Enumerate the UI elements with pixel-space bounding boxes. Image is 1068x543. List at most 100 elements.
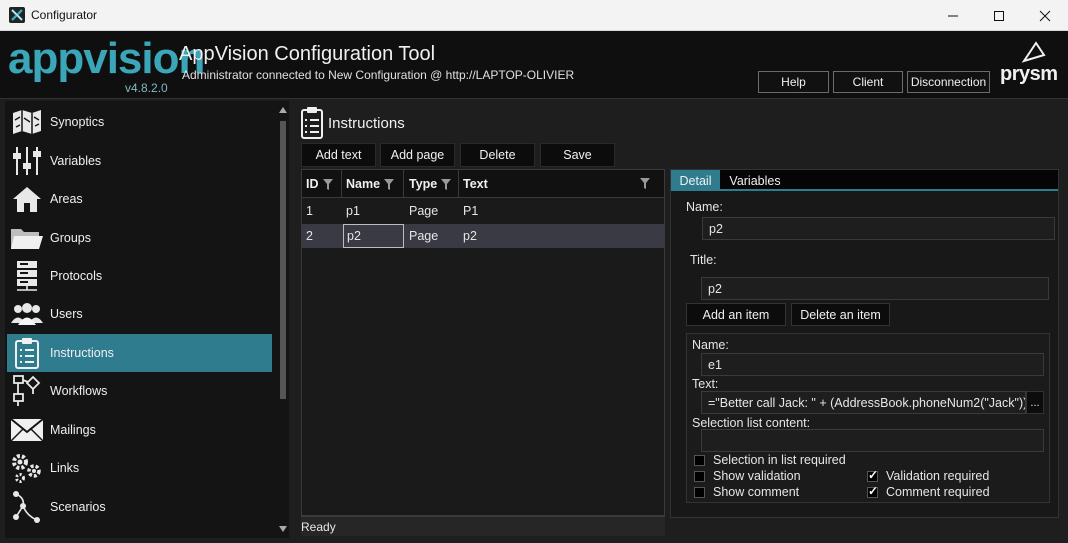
show-comment-checkbox[interactable]: Show comment [694, 485, 799, 499]
app-header: appvision v4.8.2.0 AppVision Configurati… [0, 31, 1068, 99]
table-row[interactable]: 2 p2 Page p2 [302, 224, 664, 248]
title-field[interactable]: p2 [701, 277, 1049, 300]
cell-type: Page [409, 229, 439, 243]
sidebar-item-label: Workflows [50, 384, 108, 398]
sidebar-item-label: Synoptics [50, 115, 105, 129]
users-icon [10, 297, 44, 331]
add-page-button[interactable]: Add page [380, 143, 455, 167]
selection-required-checkbox[interactable]: Selection in list required [694, 453, 846, 467]
sidebar-item-variables[interactable]: Variables [7, 142, 272, 180]
checkbox-box[interactable] [867, 484, 878, 498]
checkbox-box[interactable] [694, 486, 705, 498]
table-row[interactable]: 1 p1 Page P1 [302, 199, 664, 223]
checkbox-label: Comment required [886, 485, 990, 499]
maximize-icon [994, 10, 1004, 21]
tab-detail[interactable]: Detail [671, 170, 720, 191]
tab-variables[interactable]: Variables [723, 170, 787, 191]
expression-editor-button[interactable]: ... [1026, 391, 1044, 414]
main-panel: Instructions Add text Add page Delete Sa… [295, 101, 1065, 538]
envelope-icon [10, 413, 44, 447]
page-title: Instructions [328, 115, 405, 132]
item-text-label: Text: [692, 377, 719, 391]
item-text-field[interactable]: ="Better call Jack: " + (AddressBook.pho… [701, 391, 1026, 414]
help-button[interactable]: Help [758, 71, 829, 93]
cell-text[interactable]: p2 [463, 224, 477, 248]
sidebar-item-protocols[interactable]: Protocols [7, 257, 272, 295]
cell-name[interactable]: p2 [343, 224, 404, 248]
app-title: AppVision Configuration Tool [179, 43, 436, 65]
name-label: Name: [686, 200, 723, 214]
sidebar-item-users[interactable]: Users [7, 295, 272, 333]
selection-list-field[interactable] [701, 429, 1044, 452]
show-validation-checkbox[interactable]: Show validation [694, 469, 801, 483]
client-button[interactable]: Client [833, 71, 903, 93]
window-title: Configurator [31, 8, 98, 22]
filter-icon[interactable] [441, 178, 452, 190]
scroll-down-icon[interactable] [279, 526, 287, 532]
filter-icon[interactable] [384, 178, 395, 190]
sidebar-item-label: Groups [50, 231, 91, 245]
sidebar-item-scenarios[interactable]: Scenarios [7, 488, 272, 526]
cell-name[interactable]: p1 [346, 199, 360, 223]
sidebar-item-workflows[interactable]: Workflows [7, 372, 272, 410]
column-header-text[interactable]: Text [463, 170, 488, 198]
sidebar-item-synoptics[interactable]: Synoptics [7, 103, 272, 141]
cell-type: Page [409, 204, 439, 218]
sidebar-item-links[interactable]: Links [7, 449, 272, 487]
checkbox-box[interactable] [694, 470, 705, 482]
sidebar-scroll-thumb[interactable] [280, 121, 286, 399]
prysm-logo: prysm [1000, 41, 1060, 91]
instructions-grid: ID Name Type Text 1 p1 Page P1 2 p2 Page… [301, 169, 665, 516]
sidebar-item-groups[interactable]: Groups [7, 219, 272, 257]
sidebar-item-label: Protocols [50, 269, 103, 283]
save-button[interactable]: Save [540, 143, 615, 167]
flowchart-icon [10, 374, 44, 408]
filter-icon[interactable] [322, 178, 333, 190]
add-item-button[interactable]: Add an item [686, 303, 786, 326]
server-icon [10, 259, 44, 293]
checkbox-label: Selection in list required [713, 453, 846, 467]
delete-button[interactable]: Delete [460, 143, 535, 167]
window-titlebar: Configurator [0, 0, 1068, 31]
clipboard-icon [300, 106, 324, 143]
prysm-mark-icon [1021, 41, 1046, 63]
column-label: ID [306, 177, 319, 191]
sidebar-scrollbar[interactable] [277, 101, 289, 538]
sidebar-item-label: Scenarios [50, 500, 106, 514]
selection-list-label: Selection list content: [692, 416, 811, 430]
column-header-id[interactable]: ID [306, 170, 333, 198]
version-label: v4.8.2.0 [125, 81, 168, 95]
sidebar-item-label: Areas [50, 192, 83, 206]
close-button[interactable] [1022, 0, 1068, 31]
app-icon [9, 7, 25, 23]
delete-item-button[interactable]: Delete an item [791, 303, 890, 326]
cell-id: 1 [306, 204, 313, 218]
scroll-up-icon[interactable] [279, 107, 287, 113]
folder-icon [10, 221, 44, 255]
checkbox-box[interactable] [867, 468, 878, 482]
sidebar-item-label: Instructions [50, 346, 114, 360]
item-name-field[interactable]: e1 [701, 353, 1044, 376]
sliders-icon [10, 144, 44, 178]
comment-required-checkbox[interactable]: Comment required [867, 484, 990, 499]
checkbox-label: Validation required [886, 469, 990, 483]
name-field[interactable]: p2 [702, 217, 1055, 240]
column-header-name[interactable]: Name [346, 170, 395, 198]
sidebar-item-areas[interactable]: Areas [7, 180, 272, 218]
sidebar-item-label: Users [50, 307, 83, 321]
disconnection-button[interactable]: Disconnection [907, 71, 990, 93]
checkbox-box[interactable] [694, 454, 705, 466]
validation-required-checkbox[interactable]: Validation required [867, 468, 990, 483]
clipboard-icon [10, 336, 44, 370]
gears-icon [10, 451, 44, 485]
sidebar-item-label: Variables [50, 154, 102, 168]
maximize-button[interactable] [976, 0, 1022, 31]
add-text-button[interactable]: Add text [301, 143, 376, 167]
minimize-button[interactable] [930, 0, 976, 31]
column-header-type[interactable]: Type [409, 170, 452, 198]
sidebar-item-instructions[interactable]: Instructions [7, 334, 272, 372]
cell-text[interactable]: P1 [463, 199, 478, 223]
sidebar-item-mailings[interactable]: Mailings [7, 411, 272, 449]
filter-icon[interactable] [640, 178, 650, 189]
detail-panel: Detail Variables Name: p2 Title: p2 Add … [670, 169, 1059, 518]
